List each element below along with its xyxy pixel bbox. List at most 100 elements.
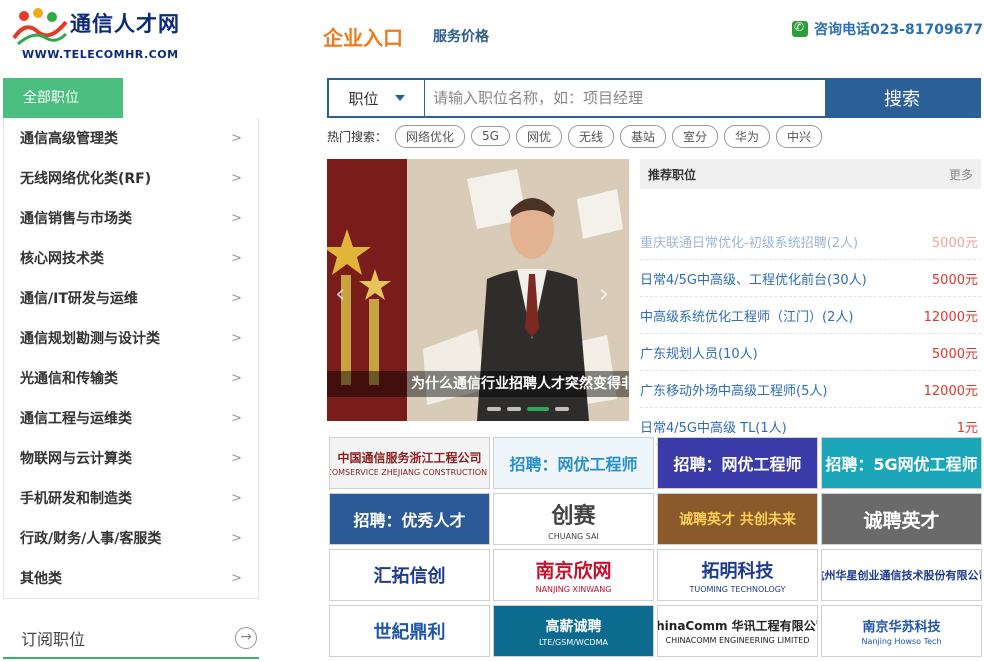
category-item[interactable]: 其他类 > <box>4 558 258 598</box>
carousel-dot[interactable] <box>555 407 569 411</box>
category-item[interactable]: 无线网络优化类(RF) > <box>4 158 258 198</box>
carousel-dot[interactable] <box>507 407 521 411</box>
employer-logo-tile[interactable]: 招聘：网优工程师 <box>493 437 654 489</box>
category-sidebar: 全部职位 通信高级管理类 > 无线网络优化类(RF) > 通信销售与市场类 > 核心网技术类… <box>3 78 259 659</box>
all-jobs-header[interactable]: 全部职位 <box>3 78 123 118</box>
subscribe-label: 订阅职位 <box>21 630 86 649</box>
employer-name: 世紀鼎利 <box>373 622 446 643</box>
employer-logo-tile[interactable]: 中国通信服务浙江工程公司 CHINA COMSERVICE ZHEJIANG CO… <box>329 437 490 489</box>
employer-logo-tile[interactable]: ChinaComm 华讯工程有限公司 CHINACOMM ENGINEERING … <box>657 605 818 657</box>
employer-name: 招聘：5G网优工程师 <box>825 455 978 474</box>
employer-logo-tile[interactable]: 汇拓信创 <box>329 549 490 601</box>
category-label: 通信规划勘测与设计类 <box>20 331 160 347</box>
category-item[interactable]: 通信规划勘测与设计类 > <box>4 318 258 358</box>
employer-logo-tile[interactable]: 创赛 CHUANG SAI <box>493 493 654 545</box>
job-row[interactable]: 重庆联通日常优化-初级系统招聘(2人) 5000元 <box>640 223 981 260</box>
job-title[interactable]: 中高级系统优化工程师（江门）(2人) <box>640 306 853 325</box>
job-title[interactable]: 重庆联通日常优化-初级系统招聘(2人) <box>640 232 858 251</box>
chevron-right-icon: > <box>231 530 242 546</box>
employer-logo-tile[interactable]: 诚聘英才 共创未来 <box>657 493 818 545</box>
employer-subtitle: CHINACOMM ENGINEERING LIMITED <box>665 636 810 645</box>
hot-search-tag[interactable]: 华为 <box>724 124 771 148</box>
category-item[interactable]: 手机研发和制造类 > <box>4 478 258 518</box>
more-link[interactable]: 更多 <box>949 166 973 183</box>
employer-name: 拓明科技 <box>701 560 774 582</box>
category-item[interactable]: 行政/财务/人事/客服类 > <box>4 518 258 558</box>
job-row[interactable]: 中高级系统优化工程师（江门）(2人) 12000元 <box>640 297 981 334</box>
hot-search-label: 热门搜索： <box>327 129 388 144</box>
category-item[interactable]: 物联网与云计算类 > <box>4 438 258 478</box>
job-salary: 1元 <box>956 420 978 436</box>
logo-url: WWW.TELECOMHR.COM <box>22 48 179 61</box>
employer-logo-tile[interactable]: 拓明科技 TUOMING TECHNOLOGY <box>657 549 818 601</box>
employer-logo-tile[interactable]: 南京华苏科技 Nanjing Howso Tech <box>821 605 982 657</box>
category-item[interactable]: 光通信和传输类 > <box>4 358 258 398</box>
site-logo[interactable]: 通信人才网 WWW.TELECOMHR.COM <box>8 4 188 66</box>
employer-subtitle: Nanjing Howso Tech <box>861 637 942 646</box>
chevron-right-icon: > <box>231 130 242 146</box>
search-type-value: 职位 <box>348 89 379 108</box>
job-title[interactable]: 广东规划人员(10人) <box>640 343 758 362</box>
category-item[interactable]: 核心网技术类 > <box>4 238 258 278</box>
employer-logo-tile[interactable]: 南京欣网 NANJING XINWANG <box>493 549 654 601</box>
phone-icon <box>792 20 808 37</box>
job-title[interactable]: 广东移动外场中高级工程师(5人) <box>640 380 827 399</box>
hot-search-tag[interactable]: 网优 <box>515 124 562 148</box>
employer-name: 南京欣网 <box>535 560 612 582</box>
search-bar: 职位 搜索 <box>327 78 981 118</box>
hotline: 咨询电话023-81709677 <box>792 19 983 39</box>
employer-name: 汇拓信创 <box>373 566 446 587</box>
job-title[interactable]: 日常4/5G中高级、工程优化前台(30人) <box>640 269 867 288</box>
category-label: 行政/财务/人事/客服类 <box>20 531 162 547</box>
hot-search-tag[interactable]: 中兴 <box>776 124 823 148</box>
employer-logo-tile[interactable]: 世紀鼎利 <box>329 605 490 657</box>
job-title[interactable]: 日常4/5G中高级 TL(1人) <box>640 417 787 436</box>
banner-carousel[interactable]: ‹ › 为什么通信行业招聘人才突然变得非 <box>327 159 629 421</box>
chevron-left-icon[interactable]: ‹ <box>335 279 345 309</box>
employer-subtitle: LTE/GSM/WCDMA <box>539 637 608 647</box>
nav-service-price[interactable]: 服务价格 <box>433 26 489 46</box>
recommended-jobs: 推荐职位 更多 重庆联通日常优化-初级系统招聘(2人) 5000元 日常4/5G中高… <box>640 159 981 445</box>
employer-logo-wall: 中国通信服务浙江工程公司 CHINA COMSERVICE ZHEJIANG CO… <box>329 437 982 657</box>
search-button[interactable]: 搜索 <box>825 80 979 116</box>
carousel-dot[interactable] <box>487 407 501 411</box>
employer-name: 中国通信服务浙江工程公司 <box>337 451 482 465</box>
arrow-right-icon: → <box>235 627 257 649</box>
banner-caption[interactable]: 为什么通信行业招聘人才突然变得非 <box>327 371 629 397</box>
hot-search-tag[interactable]: 网络优化 <box>395 124 466 148</box>
hot-searches: 热门搜索： 网络优化 5G 网优 无线 基站 室分 华为 中兴 <box>327 124 823 148</box>
employer-logo-tile[interactable]: 杭州华星创业通信技术股份有限公司 <box>821 549 982 601</box>
employer-subtitle: NANJING XINWANG <box>535 585 612 594</box>
job-row[interactable]: 广东移动外场中高级工程师(5人) 12000元 <box>640 371 981 408</box>
job-row[interactable]: 广东规划人员(10人) 5000元 <box>640 334 981 371</box>
employer-logo-tile[interactable]: 诚聘英才 <box>821 493 982 545</box>
search-type-select[interactable]: 职位 <box>329 80 425 116</box>
job-salary: 5000元 <box>931 235 978 251</box>
employer-name: 南京华苏科技 <box>862 620 941 635</box>
hot-search-tag[interactable]: 5G <box>471 126 510 146</box>
employer-logo-tile[interactable]: 招聘：5G网优工程师 <box>821 437 982 489</box>
category-label: 物联网与云计算类 <box>20 451 132 467</box>
employer-logo-tile[interactable]: 高薪诚聘 LTE/GSM/WCDMA <box>493 605 654 657</box>
hot-search-tag[interactable]: 室分 <box>672 124 719 148</box>
employer-subtitle: CHINA COMSERVICE ZHEJIANG CONSTRUCTION C… <box>329 468 489 477</box>
job-row[interactable]: 日常4/5G中高级、工程优化前台(30人) 5000元 <box>640 260 981 297</box>
employer-logo-tile[interactable]: 招聘：优秀人才 <box>329 493 490 545</box>
category-item[interactable]: 通信高级管理类 > <box>4 118 258 158</box>
chevron-right-icon[interactable]: › <box>599 279 609 309</box>
nav-enterprise-entry[interactable]: 企业入口 <box>323 22 403 51</box>
category-item[interactable]: 通信销售与市场类 > <box>4 198 258 238</box>
hot-search-tag[interactable]: 无线 <box>567 124 614 148</box>
chevron-right-icon: > <box>231 290 242 306</box>
category-item[interactable]: 通信/IT研发与运维 > <box>4 278 258 318</box>
people-icon <box>12 8 68 46</box>
subscribe-jobs[interactable]: 订阅职位 → <box>3 619 259 659</box>
category-item[interactable]: 通信工程与运维类 > <box>4 398 258 438</box>
chevron-right-icon: > <box>231 410 242 426</box>
job-salary: 12000元 <box>923 309 978 325</box>
hot-search-tag[interactable]: 基站 <box>620 124 667 148</box>
search-input[interactable] <box>425 80 825 116</box>
chevron-right-icon: > <box>231 250 242 266</box>
carousel-dot-active[interactable] <box>527 407 549 411</box>
employer-logo-tile[interactable]: 招聘：网优工程师 <box>657 437 818 489</box>
